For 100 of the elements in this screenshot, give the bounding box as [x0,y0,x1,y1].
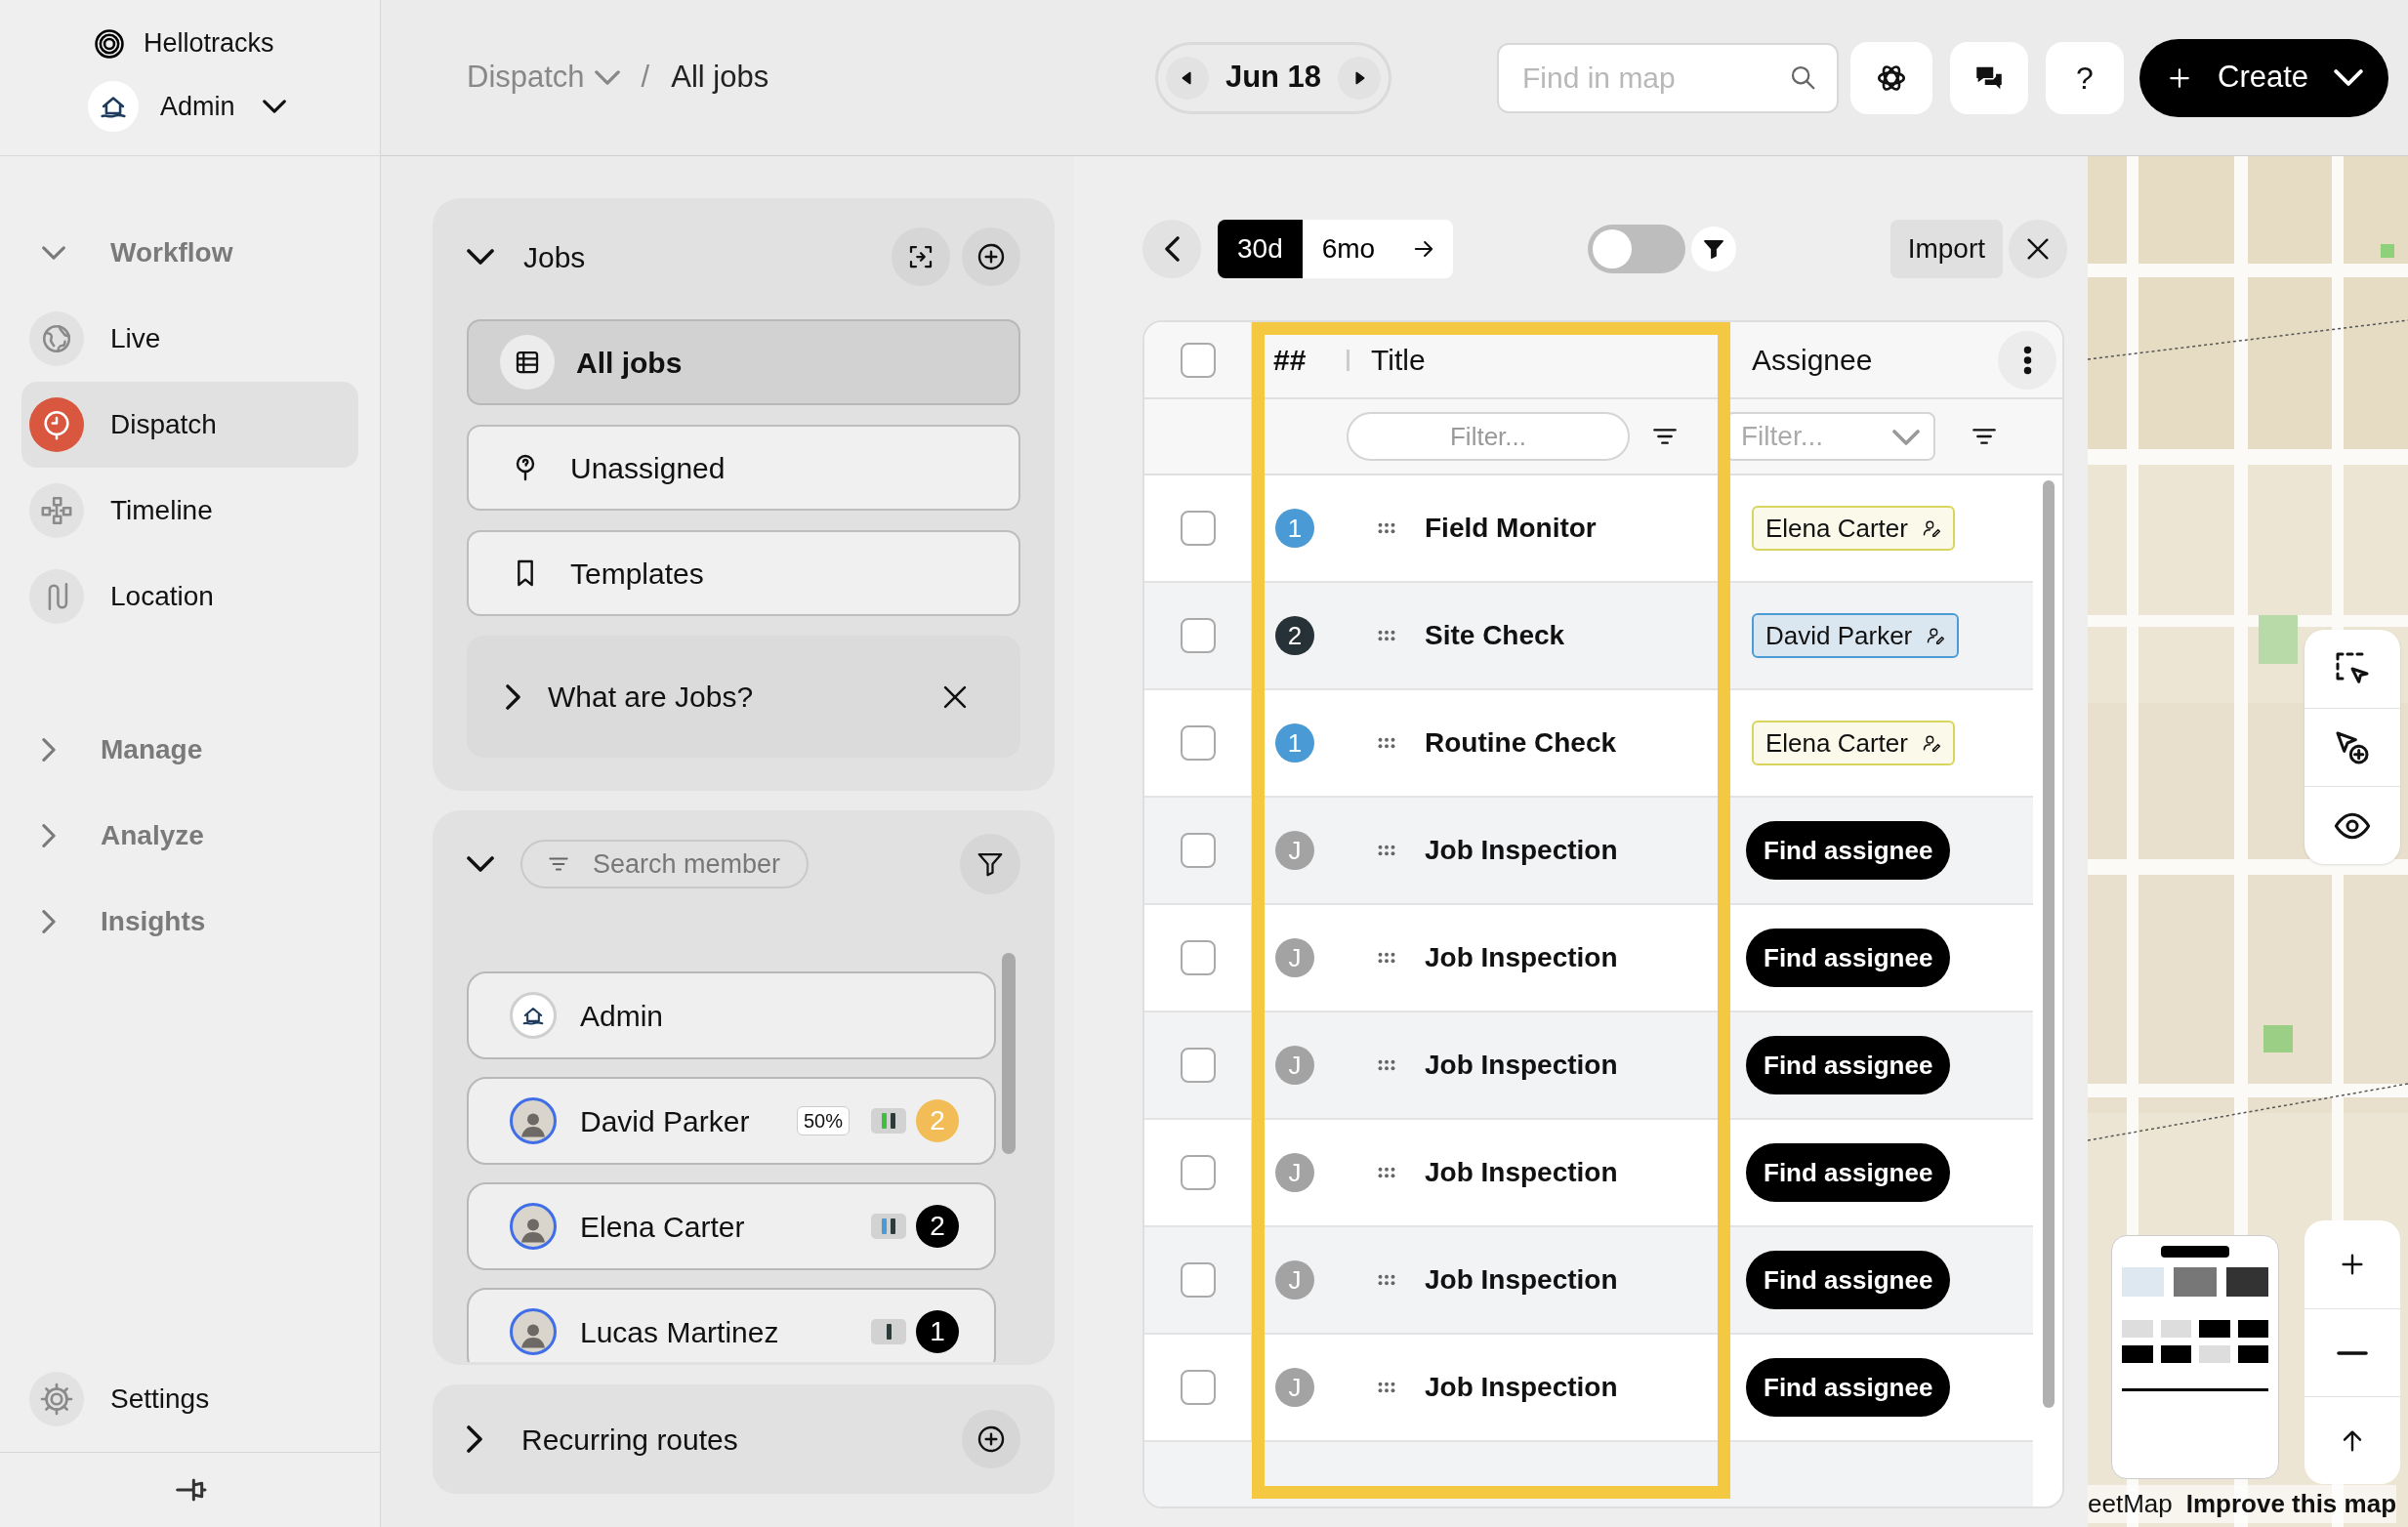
job-title[interactable]: Job Inspection [1425,1045,1618,1086]
plus-circle-icon [976,241,1007,272]
job-title[interactable]: Job Inspection [1425,937,1618,978]
count-badge: 2 [916,1205,959,1248]
count-badge: 1 [916,1310,959,1353]
nav-section-header[interactable]: Analyze [0,793,380,879]
map-attribution: eetMap [2088,1488,2173,1520]
assignee-chip[interactable]: Elena Carter [1752,506,1955,551]
row-checkbox[interactable] [1180,1370,1216,1405]
nav-section-header[interactable]: Insights [0,879,380,965]
row-checkbox[interactable] [1180,1048,1216,1083]
nav-item[interactable]: Timeline [21,468,358,554]
member-item[interactable]: Admin [467,971,996,1059]
nav-item[interactable]: Location [21,554,358,640]
job-number-badge: 1 [1275,509,1314,548]
breadcrumb-separator: / [641,59,650,97]
row-checkbox[interactable] [1180,1155,1216,1190]
filter-field[interactable]: Filter... [1347,412,1630,461]
chevron-down-icon [42,246,65,260]
find-assignee-button[interactable]: Find assignee [1746,1251,1951,1309]
row-checkbox[interactable] [1180,725,1216,761]
chevron-right-icon [506,683,520,710]
member-item[interactable]: David Parker 50% 2 [467,1077,996,1165]
row-checkbox[interactable] [1180,940,1216,975]
collapse-button[interactable] [467,856,496,872]
assistant-button[interactable] [1850,41,1932,114]
nav-item[interactable]: Dispatch [21,382,358,468]
chevron-down-icon [262,99,286,113]
job-view-item[interactable]: Templates [467,530,1020,616]
minus-icon [2337,1348,2368,1357]
column-header[interactable]: Title [1349,338,1730,382]
job-number-badge: J [1275,1368,1314,1407]
toggle-switch[interactable] [1588,225,1686,273]
row-checkbox[interactable] [1180,618,1216,653]
person-edit-icon [1921,733,1941,753]
find-assignee-button[interactable]: Find assignee [1746,1036,1951,1094]
nav-section-header[interactable]: Manage [0,707,380,793]
improve-map-link[interactable]: Improve this map [2185,1485,2396,1523]
assignee-chip[interactable]: Elena Carter [1752,721,1955,765]
find-assignee-button[interactable]: Find assignee [1746,1358,1951,1417]
chevron-down-icon [467,856,494,872]
column-header[interactable]: ## [1252,338,1347,382]
row-checkbox[interactable] [1180,1262,1216,1298]
chevron-right-icon [42,824,56,847]
job-title[interactable]: Job Inspection [1425,830,1618,871]
job-title[interactable]: Job Inspection [1425,1367,1618,1408]
job-view-item[interactable]: All jobs [467,319,1020,405]
panel-title: Jobs [523,239,586,275]
filter-button[interactable] [1691,227,1737,271]
nav-section-header[interactable]: Workflow [0,210,380,296]
gear-icon [39,1382,74,1417]
find-assignee-button[interactable]: Find assignee [1746,929,1951,987]
range-tab[interactable]: 6mo [1302,220,1395,278]
globe-icon [40,322,73,355]
next-button[interactable] [1394,220,1454,278]
job-title[interactable]: Site Check [1425,615,1565,656]
logo-icon [93,26,126,61]
row-checkbox[interactable] [1180,511,1216,546]
member-item[interactable]: Elena Carter 2 [467,1182,996,1270]
help-button[interactable]: ? [2046,41,2124,114]
member-item[interactable]: Lucas Martinez 1 [467,1288,996,1362]
nav-item[interactable]: Live [21,296,358,382]
select-all-checkbox[interactable] [1180,342,1216,378]
job-number-badge: J [1275,1046,1314,1085]
job-view-item[interactable]: Unassigned [467,425,1020,511]
map-search-field[interactable]: Find in map [1497,42,1839,113]
scrollbar[interactable] [1002,953,1016,1154]
find-assignee-button[interactable]: Find assignee [1746,821,1951,880]
member-name: Elena Carter [580,1209,745,1245]
member-search-field[interactable]: Search member [520,840,809,888]
job-number-badge: J [1275,1153,1314,1192]
range-tab[interactable]: 30d [1218,220,1303,278]
chevron-right-icon [467,1425,482,1453]
date-picker[interactable]: Jun 18 [1155,41,1391,114]
job-title[interactable]: Job Inspection [1425,1259,1618,1300]
settings-item[interactable]: Settings [21,1356,358,1442]
brand-name: Hellotracks [144,27,274,61]
info-link[interactable]: What are Jobs? [548,675,754,719]
import-button[interactable]: Import [1889,220,2003,278]
row-checkbox[interactable] [1180,833,1216,868]
chat-button[interactable] [1950,41,2028,114]
previous-day-button[interactable] [1166,56,1209,100]
next-day-button[interactable] [1338,56,1381,100]
utilization-badge: 50% [796,1106,850,1135]
assignee-chip[interactable]: David Parker [1752,613,1960,658]
scrollbar[interactable] [2043,480,2055,1408]
job-title[interactable]: Routine Check [1425,722,1617,764]
workload-icon [871,1214,906,1239]
job-number-badge: 2 [1275,616,1314,655]
member-name: Admin [580,998,664,1034]
find-assignee-button[interactable]: Find assignee [1746,1143,1951,1202]
create-button[interactable]: Create [2139,38,2388,117]
breadcrumb-link[interactable]: All jobs [671,55,769,101]
collapse-button[interactable] [467,249,496,265]
more-icon [2022,345,2032,375]
account-switcher[interactable]: Admin [88,80,380,132]
column-header[interactable]: Assignee [1730,338,1873,382]
map-layers-thumbnail[interactable] [2111,1235,2279,1479]
job-title[interactable]: Job Inspection [1425,1152,1618,1193]
job-title[interactable]: Field Monitor [1425,508,1597,549]
